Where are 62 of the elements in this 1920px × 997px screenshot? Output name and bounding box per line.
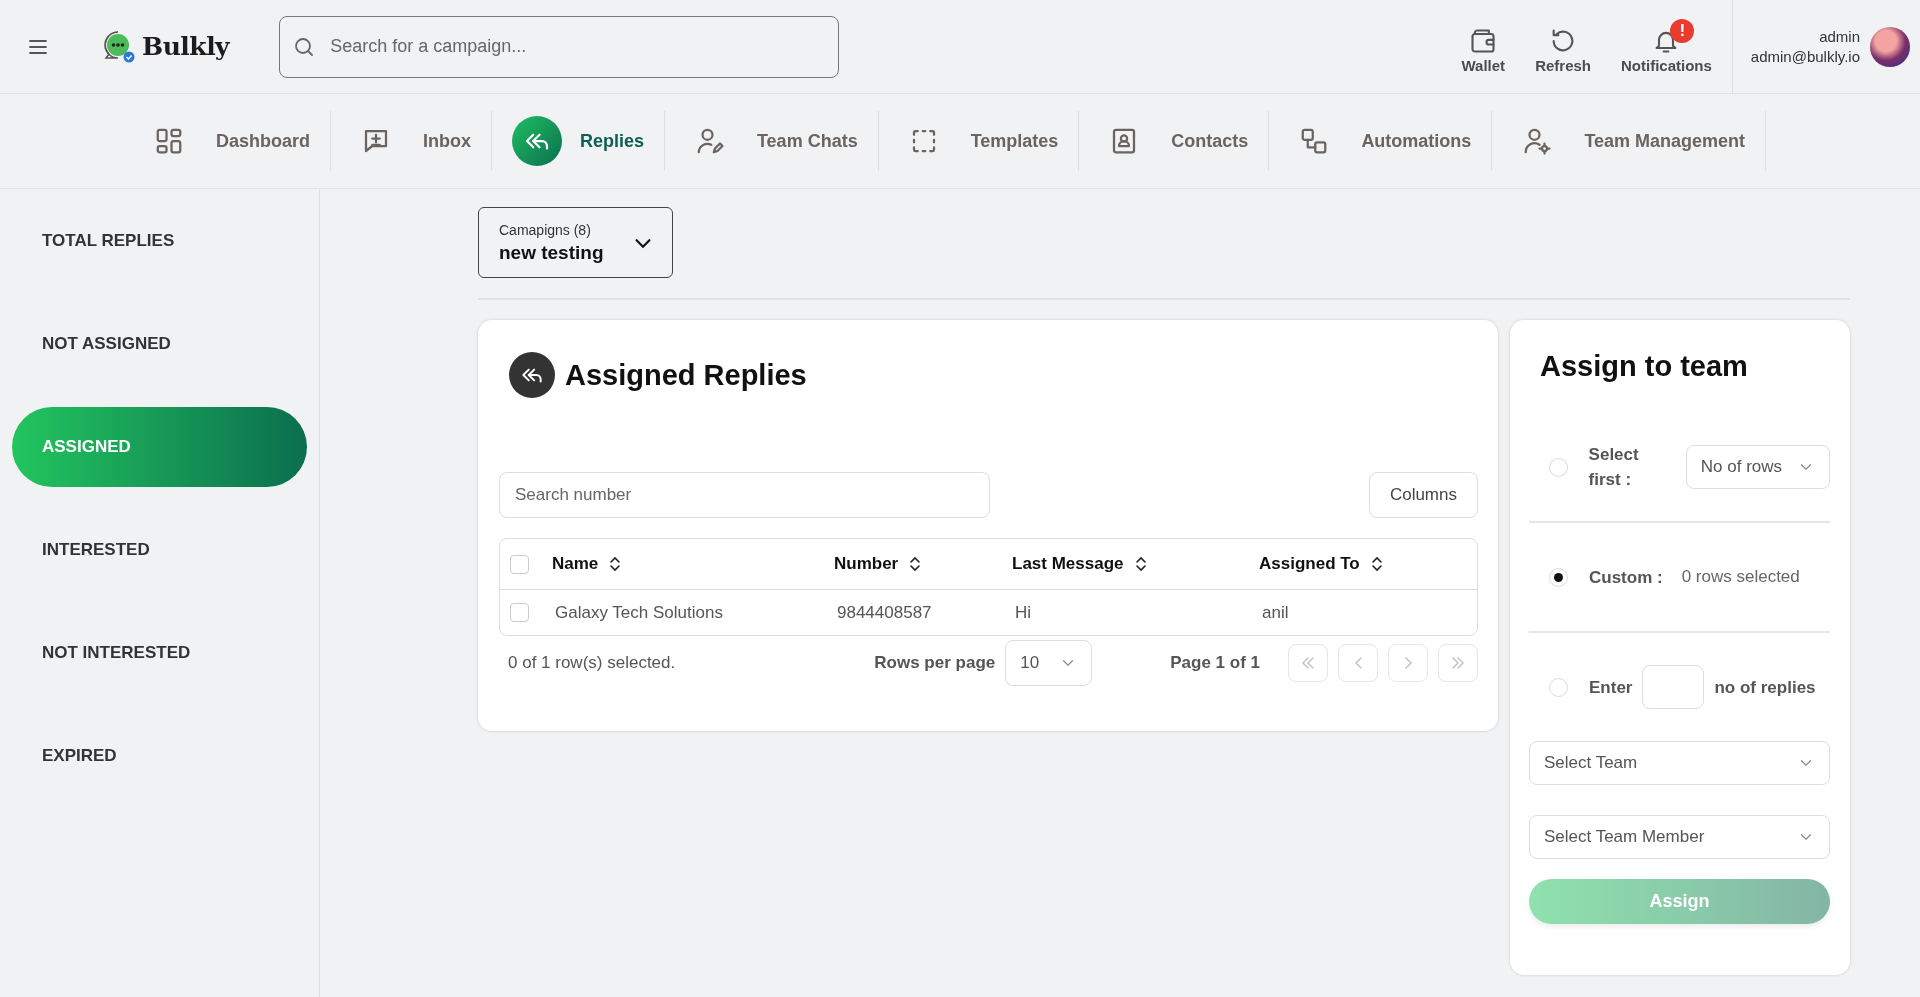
selection-count: 0 rows selected [1681, 567, 1800, 587]
refresh-button[interactable]: Refresh [1535, 19, 1591, 74]
reply-all-icon [509, 352, 555, 398]
selection-status: 0 of 1 row(s) selected. [508, 653, 676, 673]
search-field[interactable]: Search for a campaign... [279, 15, 840, 78]
sidebar-item[interactable]: NOT INTERESTED [12, 613, 307, 693]
sort-icon [1133, 556, 1148, 572]
brand-name: Bulkly [142, 32, 230, 61]
notification-badge: ! [1670, 19, 1695, 43]
sidebar-item[interactable]: TOTAL REPLIES [12, 201, 307, 281]
chevron-left-icon [1354, 657, 1362, 669]
column-header[interactable]: Last Message [1012, 554, 1124, 574]
avatar[interactable] [1870, 26, 1910, 67]
chevron-right-icon [1404, 657, 1412, 669]
user-name: admin [1819, 26, 1860, 47]
wallet-icon [1469, 27, 1498, 55]
nav-tab[interactable]: Inbox [330, 111, 492, 171]
double-chevron-left-icon [1301, 657, 1315, 669]
sidebar-item[interactable]: NOT ASSIGNED [12, 304, 307, 384]
column-header[interactable]: Assigned To [1259, 554, 1360, 574]
columns-button[interactable]: Columns [1368, 472, 1478, 518]
nav-tab[interactable]: Replies [491, 111, 665, 171]
rows-per-page-label: Rows per page [874, 653, 996, 673]
chat-bubble-logo-icon [102, 29, 136, 64]
card-title: Assigned Replies [565, 358, 807, 392]
team-dropdown[interactable]: Select Team [1529, 741, 1830, 785]
option-label: Enter [1589, 676, 1633, 699]
team-member-dropdown[interactable]: Select Team Member [1529, 815, 1830, 859]
column-header[interactable]: Name [552, 554, 599, 574]
wallet-button[interactable]: Wallet [1461, 19, 1506, 74]
double-chevron-right-icon [1451, 657, 1465, 669]
sort-icon [1369, 556, 1384, 572]
number-field[interactable] [1642, 665, 1705, 709]
sidebar-item[interactable]: INTERESTED [12, 510, 307, 590]
user-gear-icon [1522, 126, 1553, 156]
bell-button[interactable]: ! Notifications [1621, 19, 1712, 74]
nav-tab[interactable]: Automations [1269, 111, 1493, 171]
rows-per-page-dropdown[interactable]: 10 [1005, 640, 1093, 686]
rows-dropdown[interactable]: No of rows [1685, 445, 1830, 489]
column-header[interactable]: Number [834, 554, 899, 574]
sort-icon [608, 556, 623, 572]
page-indicator: Page 1 of 1 [1170, 653, 1260, 673]
nav-tab[interactable]: Team Management [1492, 111, 1767, 171]
checkbox[interactable] [510, 554, 529, 574]
campaign-dropdown[interactable]: Camapigns (8) new testing [478, 207, 673, 278]
search-icon [295, 37, 314, 56]
table-cell-text: Galaxy Tech Solutions [554, 602, 724, 623]
option-suffix: no of replies [1714, 676, 1816, 699]
nav-tab[interactable]: Templates [878, 111, 1080, 171]
user-email: admin@bulkly.io [1750, 46, 1860, 67]
sidebar-item[interactable]: EXPIRED [12, 716, 307, 796]
option-label: Select first : [1588, 444, 1640, 491]
table-cell-text: anil [1261, 602, 1290, 623]
checkbox[interactable] [510, 603, 529, 622]
table-cell-text: Hi [1014, 602, 1033, 623]
nav-tab[interactable]: Contacts [1079, 111, 1270, 171]
table-cell-text: 9844408587 [836, 602, 933, 623]
sort-icon [908, 556, 923, 572]
nav-tab[interactable]: Dashboard [123, 111, 331, 171]
panel-title: Assign to team [1540, 350, 1749, 383]
nav-tab[interactable]: Team Chats [664, 111, 879, 171]
option-label: Custom : [1589, 566, 1663, 589]
